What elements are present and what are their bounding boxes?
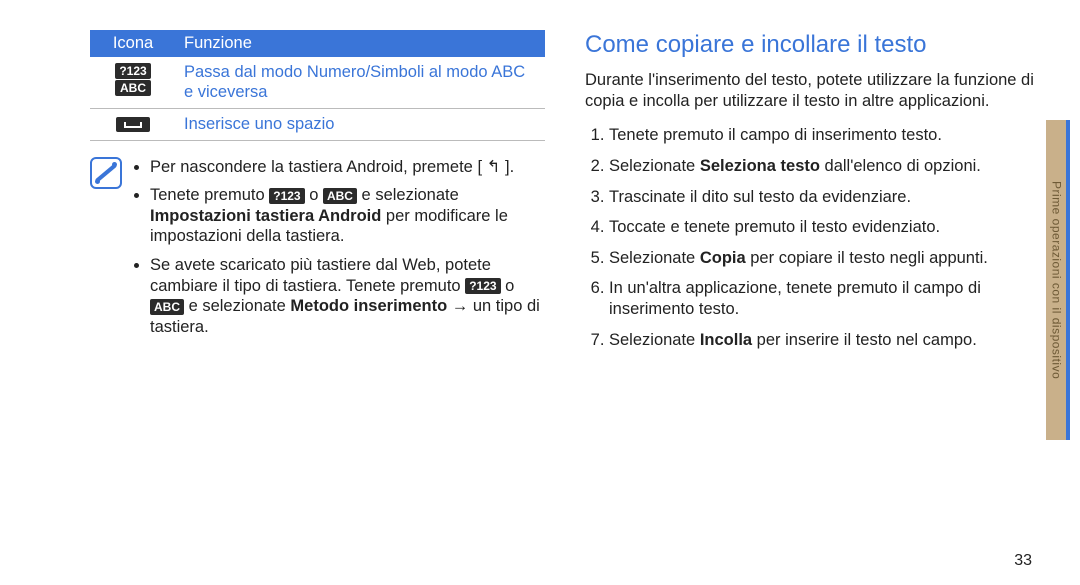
note-block: Per nascondere la tastiera Android, prem… xyxy=(90,157,545,346)
key-?123-icon: ?123 xyxy=(269,188,304,204)
side-tab: Prime operazioni con il dispositivo xyxy=(1046,120,1070,440)
cell-func: Inserisce uno spazio xyxy=(176,108,545,140)
step-item: Toccate e tenete premuto il testo eviden… xyxy=(609,217,1040,238)
bold-text: Incolla xyxy=(700,331,752,349)
table-row: ?123 ABC Passa dal modo Numero/Simboli a… xyxy=(90,57,545,109)
cell-func: Passa dal modo Numero/Simboli al modo AB… xyxy=(176,57,545,109)
step-item: Selezionate Copia per copiare il testo n… xyxy=(609,248,1040,269)
page: Icona Funzione ?123 ABC Passa dal modo N… xyxy=(0,0,1080,585)
key-123-icon: ?123 xyxy=(115,63,150,79)
bold-text: Impostazioni tastiera Android xyxy=(150,207,381,225)
key-space-icon xyxy=(116,117,150,132)
step-item: Trascinate il dito sul testo da evidenzi… xyxy=(609,187,1040,208)
key-abc-icon: ABC xyxy=(115,80,150,96)
key-?123-icon: ?123 xyxy=(465,278,500,294)
note-list: Per nascondere la tastiera Android, prem… xyxy=(132,157,545,346)
steps-list: Tenete premuto il campo di inserimento t… xyxy=(585,125,1040,350)
step-item: Selezionate Seleziona testo dall'elenco … xyxy=(609,156,1040,177)
intro-paragraph: Durante l'inserimento del testo, potete … xyxy=(585,70,1040,111)
key-abc-icon: ABC xyxy=(150,299,184,315)
cell-icon xyxy=(90,108,176,140)
left-column: Icona Funzione ?123 ABC Passa dal modo N… xyxy=(90,30,545,565)
table-row: Inserisce uno spazio xyxy=(90,108,545,140)
section-heading: Come copiare e incollare il testo xyxy=(585,30,1040,60)
step-item: Tenete premuto il campo di inserimento t… xyxy=(609,125,1040,146)
bold-text: Metodo inserimento xyxy=(290,297,447,315)
back-icon: ↰ xyxy=(487,158,501,176)
step-item: Selezionate Incolla per inserire il test… xyxy=(609,330,1040,351)
key-abc-icon: ABC xyxy=(323,188,357,204)
note-item: Per nascondere la tastiera Android, prem… xyxy=(150,157,545,178)
right-column: Come copiare e incollare il testo Durant… xyxy=(585,30,1040,565)
th-funzione: Funzione xyxy=(176,30,545,57)
note-item: Tenete premuto ?123 o ABC e selezionate … xyxy=(150,185,545,247)
th-icona: Icona xyxy=(90,30,176,57)
cell-icon: ?123 ABC xyxy=(90,57,176,109)
table-header-row: Icona Funzione xyxy=(90,30,545,57)
icon-function-table: Icona Funzione ?123 ABC Passa dal modo N… xyxy=(90,30,545,141)
bold-text: Copia xyxy=(700,249,746,267)
note-icon xyxy=(90,157,122,189)
step-item: In un'altra applicazione, tenete premuto… xyxy=(609,278,1040,319)
bold-text: Seleziona testo xyxy=(700,157,820,175)
mode-toggle-icon: ?123 ABC xyxy=(115,62,150,97)
page-number: 33 xyxy=(1014,551,1032,571)
note-item: Se avete scaricato più tastiere dal Web,… xyxy=(150,255,545,338)
